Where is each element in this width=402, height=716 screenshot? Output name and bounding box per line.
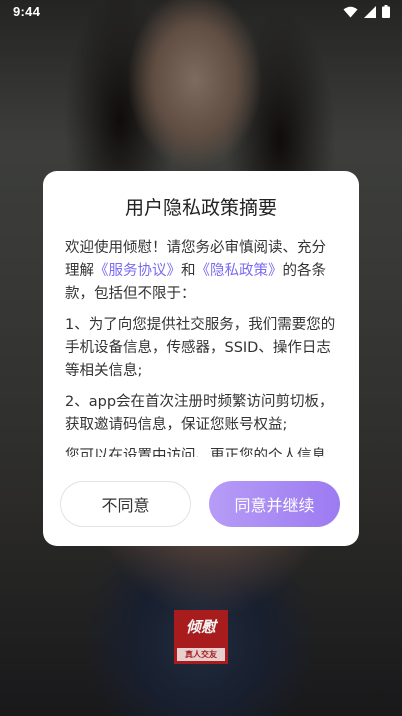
item-3: 您可以在设置中访问、更正您的个人信息 [65, 448, 326, 457]
dialog-content[interactable]: 欢迎使用倾慰！请您务必审慎阅读、充分理解《服务协议》和《隐私政策》的各条款，包括… [65, 237, 340, 457]
battery-icon [382, 5, 390, 18]
privacy-dialog: 用户隐私政策摘要 欢迎使用倾慰！请您务必审慎阅读、充分理解《服务协议》和《隐私政… [43, 171, 359, 546]
status-bar: 9:44 [0, 0, 402, 24]
dialog-title: 用户隐私政策摘要 [124, 197, 277, 219]
logo-text: 倾慰 [185, 618, 216, 636]
logo-subtitle: 真人交友 [177, 648, 225, 661]
item-2: 2、app会在首次注册时频繁访问剪切板，获取邀请码信息，保证您账号权益; [65, 394, 334, 433]
app-logo: 倾慰 真人交友 [174, 610, 228, 664]
agree-button[interactable]: 同意并继续 [209, 481, 340, 527]
disagree-button[interactable]: 不同意 [60, 481, 191, 527]
and-text: 和 [181, 263, 196, 279]
privacy-policy-link[interactable]: 《隐私政策》 [196, 263, 283, 279]
signal-icon [364, 5, 376, 18]
status-time: 9:44 [13, 4, 41, 19]
status-icons [343, 5, 390, 18]
service-agreement-link[interactable]: 《服务协议》 [94, 263, 181, 279]
intro-paragraph: 欢迎使用倾慰！请您务必审慎阅读、充分理解《服务协议》和《隐私政策》的各条款，包括… [65, 237, 340, 306]
item-1: 1、为了向您提供社交服务，我们需要您的手机设备信息，传感器，SSID、操作日志等… [65, 317, 336, 379]
wifi-icon [343, 6, 358, 17]
